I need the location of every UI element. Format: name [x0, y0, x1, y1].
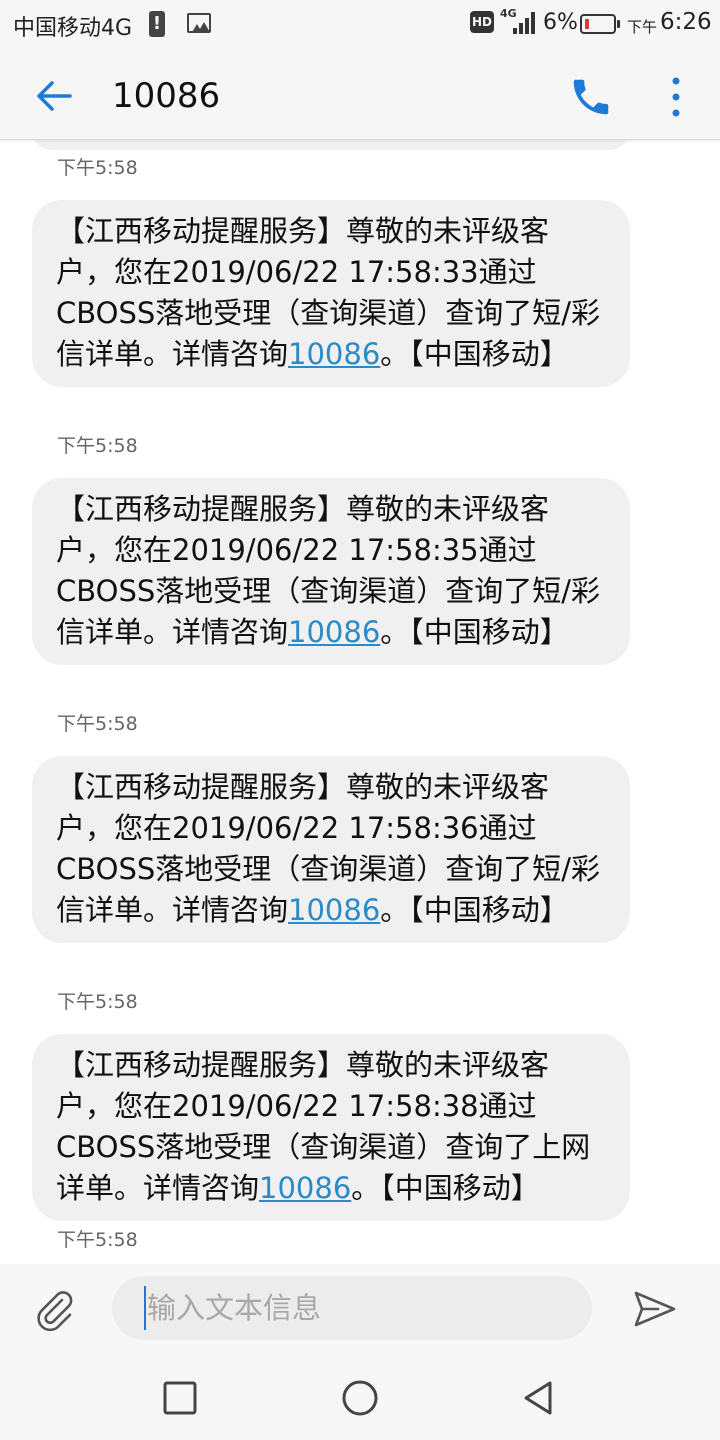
back-button[interactable] [30, 72, 78, 120]
carrier-label: 中国移动4G [13, 16, 133, 41]
send-icon [634, 1291, 676, 1327]
triangle-back-icon [524, 1381, 552, 1415]
message-list[interactable]: 下午5:58 【江西移动提醒服务】尊敬的未评级客户，您在2019/06/22 1… [0, 140, 720, 1264]
battery-icon [580, 14, 620, 34]
text-cursor [144, 1286, 146, 1330]
circle-home-icon [342, 1380, 378, 1416]
system-nav-bar [0, 1354, 720, 1440]
message-timestamp: 下午5:58 [57, 157, 138, 179]
phone-number-link[interactable]: 10086 [288, 337, 380, 371]
clock: 6:26 [660, 9, 712, 35]
paperclip-icon [37, 1291, 73, 1332]
message-timestamp: 下午5:58 [57, 991, 138, 1013]
message-text-tail: 。【中国移动】 [380, 337, 569, 371]
time-prefix: 下午 [627, 18, 658, 36]
more-vertical-icon [672, 77, 680, 117]
battery-percent: 6% [543, 10, 578, 35]
attach-button[interactable] [32, 1286, 78, 1332]
signal-icon [513, 12, 537, 34]
phone-icon [573, 79, 609, 115]
message-input-placeholder: 输入文本信息 [147, 1291, 322, 1325]
phone-number-link[interactable]: 10086 [288, 893, 380, 927]
message-bubble[interactable]: 【江西移动提醒服务】尊敬的未评级客户，您在2019/06/22 17:58:33… [32, 200, 630, 387]
image-notification-icon [187, 13, 211, 33]
send-button[interactable] [632, 1288, 678, 1330]
hd-icon: HD [470, 11, 494, 33]
message-timestamp: 下午5:58 [57, 1229, 138, 1251]
home-button[interactable] [338, 1376, 382, 1420]
phone-number-link[interactable]: 10086 [288, 615, 380, 649]
message-bubble[interactable]: 【江西移动提醒服务】尊敬的未评级客户，您在2019/06/22 17:58:35… [32, 478, 630, 665]
square-recents-icon [163, 1381, 197, 1415]
system-back-button[interactable] [516, 1376, 560, 1420]
message-text-tail: 。【中国移动】 [380, 615, 569, 649]
message-text-tail: 。【中国移动】 [380, 893, 569, 927]
message-bubble[interactable]: 【江西移动提醒服务】尊敬的未评级客户，您在2019/06/22 17:58:38… [32, 1034, 630, 1221]
recents-button[interactable] [158, 1376, 202, 1420]
composer-bar: 输入文本信息 [0, 1264, 720, 1354]
previous-message-bubble[interactable] [32, 140, 630, 150]
alert-icon [149, 11, 165, 37]
message-timestamp: 下午5:58 [57, 713, 138, 735]
message-text-tail: 。【中国移动】 [351, 1171, 540, 1205]
app-bar: 10086 [0, 50, 720, 140]
conversation-title: 10086 [112, 76, 221, 116]
message-timestamp: 下午5:58 [57, 435, 138, 457]
more-options-button[interactable] [660, 74, 692, 120]
message-bubble[interactable]: 【江西移动提醒服务】尊敬的未评级客户，您在2019/06/22 17:58:36… [32, 756, 630, 943]
phone-number-link[interactable]: 10086 [259, 1171, 351, 1205]
status-bar: 中国移动4G HD 4G 6% 下午 6:26 [0, 0, 720, 50]
call-button[interactable] [568, 74, 614, 120]
arrow-left-icon [37, 81, 72, 111]
